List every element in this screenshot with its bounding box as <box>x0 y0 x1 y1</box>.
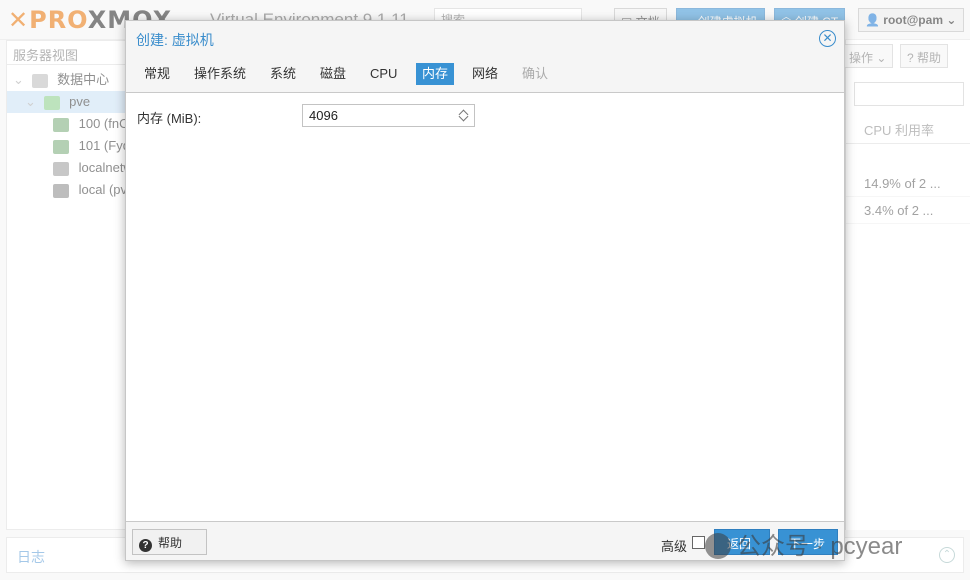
tab-os[interactable]: 操作系统 <box>188 63 252 85</box>
tab-network[interactable]: 网络 <box>466 63 504 85</box>
wechat-icon <box>705 533 731 559</box>
dialog-title: 创建: 虚拟机 <box>136 32 214 48</box>
advanced-checkbox[interactable] <box>692 536 705 549</box>
tab-confirm: 确认 <box>522 66 549 81</box>
question-icon: ? <box>139 539 152 552</box>
tab-disks[interactable]: 磁盘 <box>314 63 352 85</box>
memory-value: 4096 <box>309 108 338 123</box>
tab-memory[interactable]: 内存 <box>416 63 455 85</box>
tab-general[interactable]: 常规 <box>138 63 176 85</box>
spinner-icon[interactable] <box>458 107 469 124</box>
close-icon[interactable]: ✕ <box>819 30 836 47</box>
help-button[interactable]: ? 帮助 <box>132 529 207 555</box>
advanced-label: 高级 <box>661 539 688 554</box>
memory-label: 内存 (MiB): <box>137 111 202 126</box>
watermark: 公众号 · pcyear <box>705 526 902 560</box>
dialog-body: 内存 (MiB): 4096 <box>126 92 844 522</box>
tab-system[interactable]: 系统 <box>264 63 302 85</box>
tab-cpu[interactable]: CPU <box>364 63 403 85</box>
create-vm-dialog: 创建: 虚拟机 ✕ 常规 操作系统 系统 磁盘 CPU 内存 网络 确认 内存 … <box>125 20 845 561</box>
memory-input[interactable]: 4096 <box>302 104 475 127</box>
